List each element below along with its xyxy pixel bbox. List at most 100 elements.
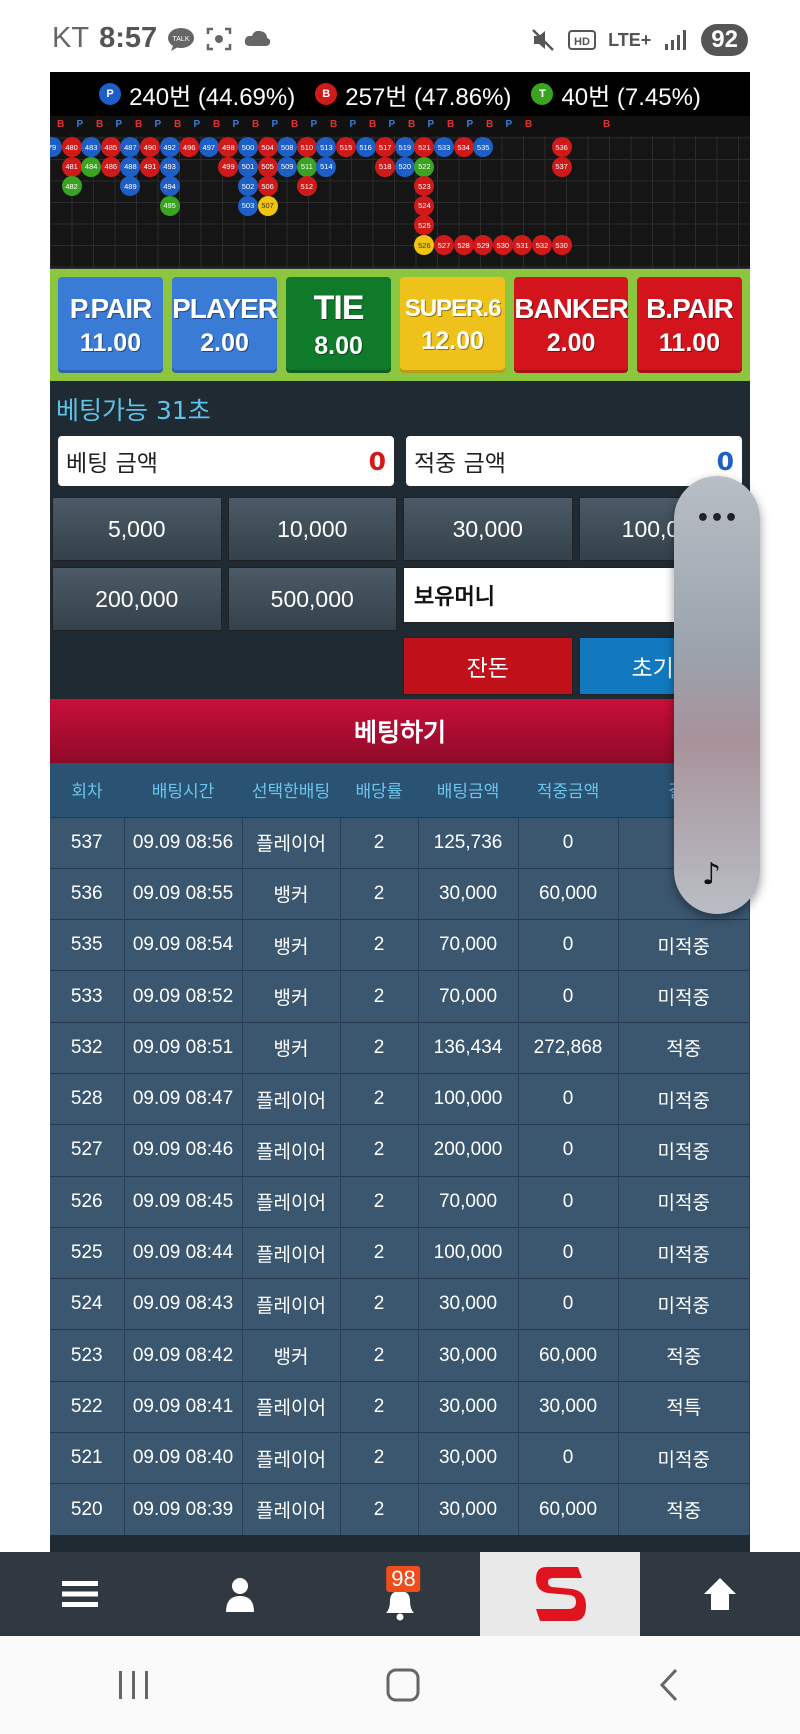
back-icon[interactable]: [654, 1667, 684, 1703]
cell-time: 09.09 08:39: [124, 1483, 243, 1536]
cell-pick: 뱅커: [242, 867, 341, 920]
cell-result: 미적중: [618, 1432, 750, 1484]
road-header-mark: B: [603, 119, 611, 130]
bead-marker: 517: [375, 137, 396, 157]
cell-result: 적특: [618, 1380, 750, 1433]
cell-result: 미적중: [618, 1124, 750, 1177]
road-header-mark: P: [310, 119, 318, 130]
bead-marker: 501: [238, 156, 258, 177]
bead-marker: 518: [375, 156, 396, 177]
bead-marker: 491: [140, 156, 160, 177]
road-header-mark: B: [486, 119, 494, 130]
floating-media-widget[interactable]: ••• ♪: [674, 476, 760, 914]
chip-10000-button[interactable]: 10,000: [227, 497, 397, 561]
table-header-row: 회차 배팅시간 선택한배팅 배당률 배팅금액 적중금액 결과: [50, 763, 750, 817]
bottom-nav: 98: [0, 1552, 800, 1636]
bead-marker: 527: [434, 235, 454, 255]
cell-bet: 125,736: [418, 816, 519, 869]
cell-win: 60,000: [518, 1483, 619, 1536]
home-icon[interactable]: [385, 1667, 421, 1703]
bead-marker: 502: [238, 176, 258, 197]
bead-marker: 521: [414, 137, 435, 157]
recents-icon[interactable]: [116, 1668, 152, 1702]
bead-marker: 493: [159, 156, 180, 177]
bead-marker: 481: [61, 156, 82, 177]
signal-icon: [665, 30, 687, 50]
road-header-mark: P: [115, 119, 123, 130]
bead-marker: 525: [414, 215, 435, 236]
change-button[interactable]: 잔돈: [403, 637, 573, 695]
banker-dot-icon: B: [315, 83, 338, 105]
bead-marker: 520: [394, 156, 415, 177]
cell-time: 09.09 08:56: [124, 816, 243, 869]
cell-pick: 뱅커: [242, 970, 341, 1023]
bead-marker: 484: [81, 156, 102, 177]
scroll-top-button[interactable]: [640, 1552, 800, 1636]
player-dot-icon: P: [99, 83, 122, 105]
home-logo-button[interactable]: [480, 1552, 640, 1636]
user-icon: [226, 1578, 254, 1612]
table-row: 536 09.09 08:55 뱅커 2 30,000 60,000: [50, 867, 750, 920]
cell-win: 0: [518, 1278, 619, 1330]
bet-tie-button[interactable]: TIE 8.00: [286, 277, 392, 373]
betting-timer: 베팅가능 31초: [56, 396, 211, 425]
bead-marker: 530: [492, 235, 513, 255]
tie-dot-icon: T: [531, 83, 554, 105]
bead-marker: 529: [473, 235, 494, 255]
cell-time: 09.09 08:46: [124, 1124, 243, 1177]
bet-banker-pair-button[interactable]: B.PAIR 11.00: [636, 277, 743, 373]
baccarat-app: P 240번 (44.69%) B 257번 (47.86%) T 40번 (7…: [50, 72, 750, 1552]
cell-round: 533: [50, 970, 125, 1023]
bead-marker: 510: [296, 137, 317, 157]
bead-road-grid: BPBPBPBPBPBPBPBPBPBPBPBPBB 7948048148248…: [50, 116, 750, 269]
cell-time: 09.09 08:47: [124, 1072, 243, 1125]
road-header-mark: B: [96, 119, 104, 130]
bet-option-odds: 11.00: [658, 328, 721, 357]
cell-round: 521: [50, 1432, 125, 1484]
notifications-button[interactable]: 98: [320, 1552, 480, 1636]
cell-odds: 2: [340, 919, 419, 971]
more-icon[interactable]: •••: [674, 506, 760, 531]
chip-5000-button[interactable]: 5,000: [52, 497, 222, 561]
bead-marker: 486: [100, 156, 121, 177]
result-stats-bar: P 240번 (44.69%) B 257번 (47.86%) T 40번 (7…: [50, 72, 750, 116]
win-amount-label: 적중 금액: [414, 451, 506, 477]
music-note-icon[interactable]: ♪: [702, 857, 721, 892]
network-label: LTE+: [608, 29, 652, 50]
menu-button[interactable]: [0, 1552, 160, 1636]
amount-row: 베팅 금액 0 적중 금액 0: [50, 433, 750, 489]
road-header-mark: P: [232, 119, 240, 130]
cell-odds: 2: [340, 1072, 419, 1125]
bead-marker: 487: [120, 137, 141, 157]
bet-amount-value: 0: [368, 446, 386, 476]
bet-banker-button[interactable]: BANKER 2.00: [514, 277, 629, 373]
profile-button[interactable]: [160, 1552, 320, 1636]
road-header-mark: B: [174, 119, 182, 130]
bead-marker: 482: [61, 176, 82, 197]
road-header-mark: P: [271, 119, 279, 130]
chip-200000-button[interactable]: 200,000: [52, 567, 222, 631]
notification-count-badge: 98: [386, 1566, 421, 1592]
table-row: 520 09.09 08:39 플레이어 2 30,000 60,000 적중: [50, 1483, 750, 1536]
cell-bet: 30,000: [418, 1432, 519, 1484]
chip-500000-button[interactable]: 500,000: [227, 567, 397, 631]
bead-marker: 494: [159, 176, 180, 197]
cell-time: 09.09 08:52: [124, 970, 243, 1023]
bet-player-pair-button[interactable]: P.PAIR 11.00: [58, 277, 164, 373]
chip-grid: 5,000 10,000 30,000 100,000 200,000 500,…: [50, 489, 750, 695]
bead-marker: 531: [512, 235, 533, 255]
place-bet-button[interactable]: 베팅하기: [50, 699, 750, 763]
hamburger-icon: [62, 1581, 98, 1607]
cell-bet: 30,000: [418, 1329, 519, 1382]
bet-player-button[interactable]: PLAYER 2.00: [172, 277, 278, 373]
bead-marker: 528: [453, 235, 474, 255]
road-header-mark: B: [330, 119, 338, 130]
chip-30000-button[interactable]: 30,000: [403, 497, 573, 561]
bet-super6-button[interactable]: SUPER.6 12.00: [400, 277, 506, 373]
table-row: 532 09.09 08:51 뱅커 2 136,434 272,868 적중: [50, 1021, 750, 1074]
cloud-icon: [244, 30, 271, 46]
road-header-mark: B: [447, 119, 455, 130]
bead-marker: 497: [198, 137, 219, 157]
cell-win: 0: [518, 1226, 619, 1279]
road-header-mark: B: [213, 119, 221, 130]
